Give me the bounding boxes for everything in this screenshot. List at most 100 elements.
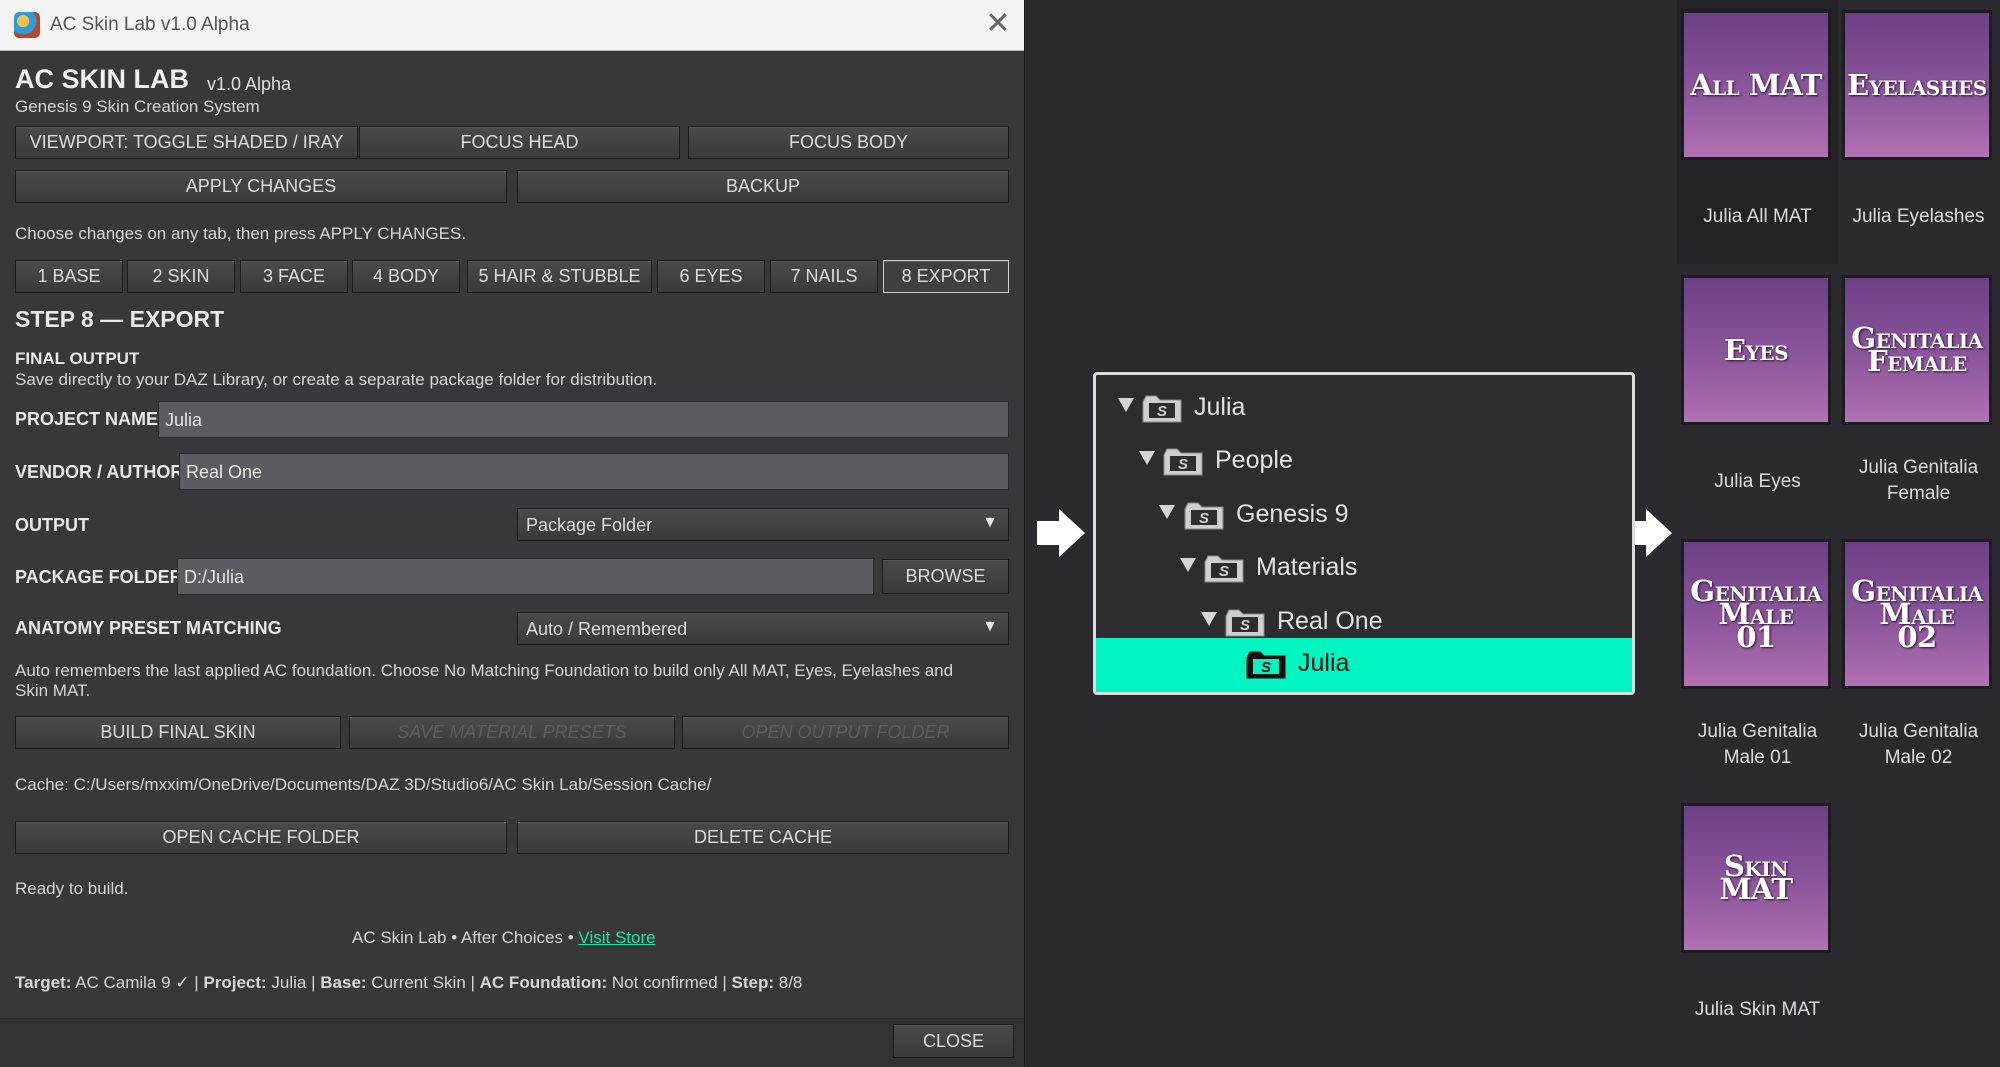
folder-icon: S — [1142, 395, 1182, 423]
app-version: v1.0 Alpha — [207, 74, 292, 94]
anatomy-select[interactable]: Auto / Remembered ▼ — [517, 612, 1009, 645]
svg-text:S: S — [1261, 659, 1271, 676]
preset-caption: Julia Genitalia Male 01 — [1677, 719, 1838, 771]
focus-head-button[interactable]: FOCUS HEAD — [359, 126, 680, 159]
tree-item-label: Genesis 9 — [1236, 500, 1349, 528]
tree-item-julia[interactable]: S Julia — [1096, 382, 1632, 436]
window-title: AC Skin Lab v1.0 Alpha — [50, 14, 250, 35]
package-folder-input[interactable]: D:/Julia — [177, 558, 874, 595]
thumb-title: Eyelashes — [1847, 67, 1987, 102]
expand-triangle-icon[interactable] — [1118, 398, 1134, 412]
tab-skin[interactable]: 2 SKIN — [127, 260, 235, 293]
anatomy-label: ANATOMY PRESET MATCHING — [15, 618, 282, 638]
thumb-title: Skin MAT — [1719, 849, 1793, 906]
thumb-title: All MAT — [1690, 67, 1822, 102]
preset-caption: Julia All MAT — [1703, 206, 1812, 227]
expand-triangle-icon[interactable] — [1159, 505, 1175, 519]
backup-button[interactable]: BACKUP — [517, 170, 1009, 203]
open-cache-folder-button[interactable]: OPEN CACHE FOLDER — [15, 821, 507, 854]
tab-base[interactable]: 1 BASE — [15, 260, 123, 293]
hint-text: Choose changes on any tab, then press AP… — [15, 224, 467, 243]
close-button[interactable]: CLOSE — [893, 1024, 1014, 1058]
tree-item-label: Julia — [1194, 393, 1246, 421]
tree-item-label: Real One — [1277, 607, 1383, 635]
expand-triangle-icon[interactable] — [1201, 612, 1217, 626]
folder-icon: S — [1225, 609, 1265, 637]
tab-nails[interactable]: 7 NAILS — [770, 260, 878, 293]
thumb-title: Female — [1867, 344, 1967, 378]
ac-skin-lab-window: AC Skin Lab v1.0 Alpha ✕ AC SKIN LAB v1.… — [0, 0, 1025, 1067]
thumb-title: 02 — [1897, 619, 1937, 654]
output-select[interactable]: Package Folder ▼ — [517, 508, 1009, 541]
right-arrow-icon — [1037, 509, 1085, 557]
content-library-tree: S Julia S People S Genesis 9 S Materials… — [1093, 372, 1635, 695]
viewport-toggle-button[interactable]: VIEWPORT: TOGGLE SHADED / IRAY — [15, 126, 358, 159]
thumb-title: Eyes — [1723, 332, 1789, 367]
app-name: AC SKIN LAB — [15, 64, 189, 94]
vendor-label: VENDOR / AUTHOR — [15, 462, 184, 482]
svg-text:S: S — [1199, 510, 1209, 527]
project-label: Project: — [203, 973, 267, 992]
folder-icon: S — [1246, 651, 1286, 679]
dropdown-arrow-icon: ▼ — [982, 618, 998, 635]
preset-all-mat[interactable]: All MAT Julia All MAT — [1677, 0, 1838, 264]
preset-thumbnail: Eyes — [1681, 275, 1831, 425]
material-presets-grid: All MAT Julia All MAT Eyelashes Julia Ey… — [1677, 0, 2000, 1066]
vendor-input[interactable]: Real One — [179, 453, 1009, 490]
credits: AC Skin Lab • After Choices • Visit Stor… — [352, 928, 656, 948]
app-icon — [14, 12, 40, 38]
preset-thumbnail: Eyelashes — [1842, 10, 1992, 160]
preset-caption: Julia Eyelashes — [1852, 206, 1985, 227]
svg-text:S: S — [1240, 617, 1250, 634]
tree-item-julia-selected[interactable]: S Julia — [1096, 638, 1632, 692]
tree-item-label: People — [1215, 446, 1293, 474]
tree-item-label: Materials — [1256, 553, 1358, 581]
folder-icon: S — [1204, 555, 1244, 583]
step-title: STEP 8 — EXPORT — [15, 306, 225, 332]
caption-line: Julia Genitalia — [1697, 721, 1818, 742]
target-value: AC Camila 9 ✓ | — [71, 973, 204, 992]
preset-genitalia-male-02[interactable]: Genitalia Male 02 Julia Genitalia Male 02 — [1838, 529, 1999, 793]
delete-cache-button[interactable]: DELETE CACHE — [517, 821, 1009, 854]
caption-line: Male 01 — [1723, 747, 1792, 768]
tab-export[interactable]: 8 EXPORT — [883, 260, 1009, 293]
preset-skin-mat[interactable]: Skin MAT Julia Skin MAT — [1677, 793, 1838, 1057]
tree-item-materials[interactable]: S Materials — [1096, 542, 1632, 596]
preset-thumbnail: Skin MAT — [1681, 803, 1831, 953]
tab-face[interactable]: 3 FACE — [240, 260, 348, 293]
close-icon[interactable]: ✕ — [982, 9, 1014, 41]
preset-eyes[interactable]: Eyes Julia Eyes — [1677, 265, 1838, 529]
cache-path: Cache: C:/Users/mxxim/OneDrive/Documents… — [15, 775, 712, 794]
apply-changes-button[interactable]: APPLY CHANGES — [15, 170, 507, 203]
preset-thumbnail: Genitalia Female — [1842, 275, 1992, 425]
open-output-folder-button[interactable]: OPEN OUTPUT FOLDER — [682, 716, 1009, 749]
app-subtitle: Genesis 9 Skin Creation System — [15, 97, 260, 116]
browse-button[interactable]: BROWSE — [882, 559, 1009, 594]
svg-text:S: S — [1219, 563, 1229, 580]
status-text: Ready to build. — [15, 879, 129, 898]
preset-thumbnail: Genitalia Male 02 — [1842, 539, 1992, 689]
preset-eyelashes[interactable]: Eyelashes Julia Eyelashes — [1838, 0, 1999, 264]
project-name-label: PROJECT NAME — [15, 409, 159, 429]
visit-store-link[interactable]: Visit Store — [578, 928, 655, 947]
preset-genitalia-female[interactable]: Genitalia Female Julia Genitalia Female — [1838, 265, 1999, 529]
preset-caption: Julia Eyes — [1714, 471, 1801, 492]
preset-genitalia-male-01[interactable]: Genitalia Male 01 Julia Genitalia Male 01 — [1677, 529, 1838, 793]
expand-triangle-icon[interactable] — [1180, 558, 1196, 572]
tab-eyes[interactable]: 6 EYES — [657, 260, 765, 293]
save-material-presets-button[interactable]: SAVE MATERIAL PRESETS — [349, 716, 675, 749]
tab-body[interactable]: 4 BODY — [352, 260, 460, 293]
output-select-value: Package Folder — [526, 515, 653, 535]
preset-thumbnail: All MAT — [1681, 10, 1831, 160]
tree-item-people[interactable]: S People — [1096, 435, 1632, 489]
focus-body-button[interactable]: FOCUS BODY — [688, 126, 1009, 159]
caption-line: Female — [1886, 483, 1951, 504]
tree-item-genesis-9[interactable]: S Genesis 9 — [1096, 489, 1632, 543]
target-label: Target: — [15, 973, 72, 992]
build-final-skin-button[interactable]: BUILD FINAL SKIN — [15, 716, 341, 749]
anatomy-note-line2: Skin MAT. — [15, 681, 91, 700]
tab-hair-stubble[interactable]: 5 HAIR & STUBBLE — [467, 260, 652, 293]
project-name-input[interactable]: Julia — [158, 401, 1009, 438]
base-value: Current Skin | — [366, 973, 480, 992]
expand-triangle-icon[interactable] — [1139, 451, 1155, 465]
